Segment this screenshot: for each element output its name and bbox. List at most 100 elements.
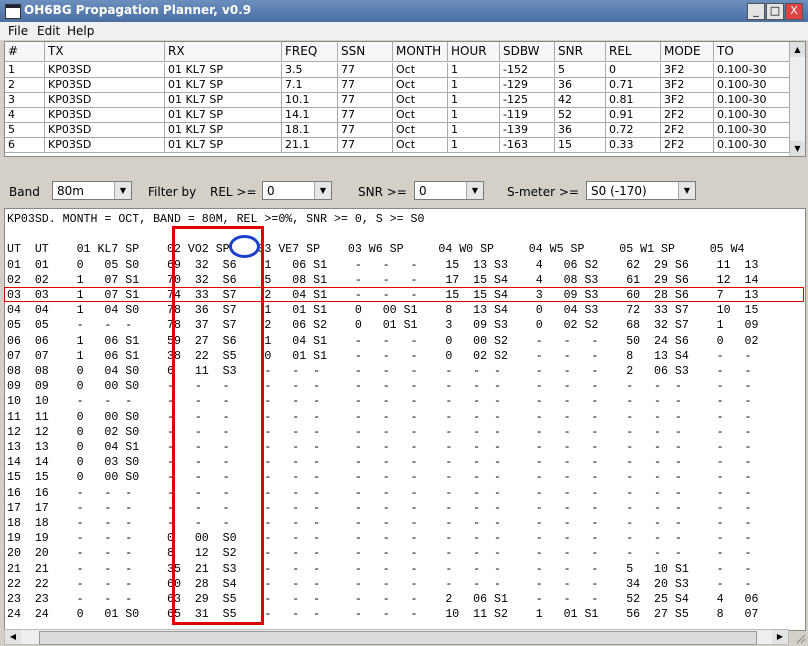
rel-select[interactable]: 0 ▼	[262, 181, 332, 200]
table-cell: KP03SD	[45, 93, 165, 108]
table-row[interactable]: 2 KP03SD 01 KL7 SP 7.1 77 Oct 1 -129 36 0.71 3F2 0.…	[5, 78, 790, 93]
scroll-right-icon[interactable]: ▶	[772, 630, 788, 644]
table-cell: Oct	[393, 63, 448, 78]
table-cell: 18.1	[282, 123, 338, 138]
table-cell: 0.71	[606, 78, 661, 93]
column-header[interactable]: MODE	[661, 42, 714, 62]
table-cell: 36	[555, 78, 606, 93]
window-title: OH6BG Propagation Planner, v0.9	[24, 3, 252, 17]
result-line: 13 13 0 04 S1 - - - - - - - - - - - - - …	[7, 441, 752, 455]
chevron-down-icon: ▼	[678, 182, 695, 199]
result-line: 12 12 0 02 S0 - - - - - - - - - - - - - …	[7, 425, 752, 439]
result-line: 14 14 0 03 S0 - - - - - - - - - - - - - …	[7, 456, 752, 470]
column-header[interactable]: SDBW	[500, 42, 555, 62]
table-cell: 1	[448, 78, 500, 93]
table-cell: Oct	[393, 108, 448, 123]
filter-bar: Band 80m ▼ Filter by REL >= 0 ▼ SNR >= 0…	[0, 178, 808, 206]
table-cell: -119	[500, 108, 555, 123]
table-cell: -129	[500, 78, 555, 93]
scroll-left-icon[interactable]: ◀	[5, 630, 21, 644]
column-header[interactable]: TX	[45, 42, 165, 62]
menu-edit[interactable]: Edit	[37, 24, 60, 38]
menu-help[interactable]: Help	[67, 24, 94, 38]
snr-label: SNR >=	[358, 185, 407, 199]
column-header[interactable]: #	[5, 42, 45, 62]
result-line: 08 08 0 04 S0 6 11 S3 - - - - - - - - - …	[7, 365, 752, 379]
table-cell: KP03SD	[45, 63, 165, 78]
results-text-area[interactable]: KP03SD. MONTH = OCT, BAND = 80M, REL >=0…	[4, 208, 806, 631]
result-line: 04 04 1 04 S0 78 36 S7 1 01 S1 0 00 S1 8…	[7, 304, 759, 318]
menu-bar: File Edit Help	[0, 22, 808, 40]
results-grid[interactable]: ▲ ▼ # TX RX FREQ SSN MONTH HOUR SDBW SNR REL MODE T…	[4, 41, 806, 157]
result-line: 11 11 0 00 S0 - - - - - - - - - - - - - …	[7, 410, 752, 424]
table-cell: 14.1	[282, 108, 338, 123]
menu-file[interactable]: File	[8, 24, 28, 38]
minimize-button[interactable]: _	[747, 3, 765, 20]
table-cell: KP03SD	[45, 123, 165, 138]
table-cell: 15	[555, 138, 606, 153]
column-header[interactable]: MONTH	[393, 42, 448, 62]
table-cell: 21.1	[282, 138, 338, 153]
result-line: 24 24 0 01 S0 65 31 S5 - - - - - - 10 11…	[7, 608, 759, 622]
result-line: 22 22 - - - 60 28 S4 - - - - - - - - - -…	[7, 577, 752, 591]
scroll-up-icon[interactable]: ▲	[790, 42, 805, 57]
column-header-line: UT UT 01 KL7 SP 02 VO2 SP 03 VE7 SP 03 W…	[7, 243, 745, 257]
grid-vertical-scrollbar[interactable]: ▲ ▼	[789, 42, 805, 156]
table-cell: 77	[338, 93, 393, 108]
table-cell: 1	[448, 93, 500, 108]
rel-value: 0	[267, 184, 275, 198]
results-text: KP03SD. MONTH = OCT, BAND = 80M, REL >=0…	[7, 212, 758, 622]
column-header[interactable]: RX	[165, 42, 282, 62]
column-header[interactable]: FREQ	[282, 42, 338, 62]
column-header[interactable]: HOUR	[448, 42, 500, 62]
highlight-row	[4, 287, 804, 302]
table-cell: 1	[448, 63, 500, 78]
table-cell: KP03SD	[45, 78, 165, 93]
table-cell: Oct	[393, 138, 448, 153]
table-row[interactable]: 6 KP03SD 01 KL7 SP 21.1 77 Oct 1 -163 15 0.33 2F2 0…	[5, 138, 790, 153]
table-cell: Oct	[393, 93, 448, 108]
result-line: 02 02 1 07 S1 70 32 S6 5 08 S1 - - - 17 …	[7, 273, 759, 287]
result-line: 09 09 0 00 S0 - - - - - - - - - - - - - …	[7, 380, 752, 394]
chevron-down-icon: ▼	[466, 182, 483, 199]
result-line: 17 17 - - - - - - - - - - - - - - - - - …	[7, 501, 752, 515]
snr-select[interactable]: 0 ▼	[414, 181, 484, 200]
table-cell: Oct	[393, 78, 448, 93]
table-cell: 5	[5, 123, 45, 138]
table-cell: 0.100-30	[714, 78, 790, 93]
column-header[interactable]: TO	[714, 42, 790, 62]
column-header[interactable]: SSN	[338, 42, 393, 62]
filterby-label: Filter by	[148, 185, 197, 199]
table-cell: 52	[555, 108, 606, 123]
result-lines: 01 01 0 05 S0 69 32 S6 1 06 S1 - - - 15 …	[7, 259, 758, 622]
table-cell: 01 KL7 SP	[165, 93, 282, 108]
horizontal-scrollbar[interactable]: ◀ ▶	[4, 629, 789, 645]
title-bar: OH6BG Propagation Planner, v0.9 _ □ X	[0, 0, 808, 22]
result-line: 05 05 - - - 78 37 S7 2 06 S2 0 01 S1 3 0…	[7, 319, 759, 333]
table-cell: 7.1	[282, 78, 338, 93]
table-cell: 2F2	[661, 123, 714, 138]
resize-grip-icon[interactable]	[794, 632, 806, 644]
table-cell: 3	[5, 93, 45, 108]
table-cell: 01 KL7 SP	[165, 108, 282, 123]
table-row[interactable]: 1 KP03SD 01 KL7 SP 3.5 77 Oct 1 -152 5 0 3F2 0.100-…	[5, 63, 790, 78]
column-header[interactable]: REL	[606, 42, 661, 62]
close-button[interactable]: X	[785, 3, 803, 20]
scrollbar-thumb[interactable]	[39, 631, 757, 645]
scroll-down-icon[interactable]: ▼	[790, 141, 805, 156]
table-row[interactable]: 5 KP03SD 01 KL7 SP 18.1 77 Oct 1 -139 36 0.72 2F2 0…	[5, 123, 790, 138]
table-row[interactable]: 3 KP03SD 01 KL7 SP 10.1 77 Oct 1 -125 42 0.81 3F2 0…	[5, 93, 790, 108]
table-cell: -139	[500, 123, 555, 138]
table-cell: 2F2	[661, 108, 714, 123]
column-header[interactable]: SNR	[555, 42, 606, 62]
table-cell: 0.72	[606, 123, 661, 138]
band-select[interactable]: 80m ▼	[52, 181, 132, 200]
table-row[interactable]: 4 KP03SD 01 KL7 SP 14.1 77 Oct 1 -119 52 0.91 2F2 0…	[5, 108, 790, 123]
maximize-button[interactable]: □	[766, 3, 784, 20]
table-cell: Oct	[393, 123, 448, 138]
table-cell: 6	[5, 138, 45, 153]
smeter-select[interactable]: S0 (-170) ▼	[586, 181, 696, 200]
table-cell: 77	[338, 123, 393, 138]
result-line: 18 18 - - - - - - - - - - - - - - - - - …	[7, 517, 752, 531]
table-cell: 3F2	[661, 63, 714, 78]
